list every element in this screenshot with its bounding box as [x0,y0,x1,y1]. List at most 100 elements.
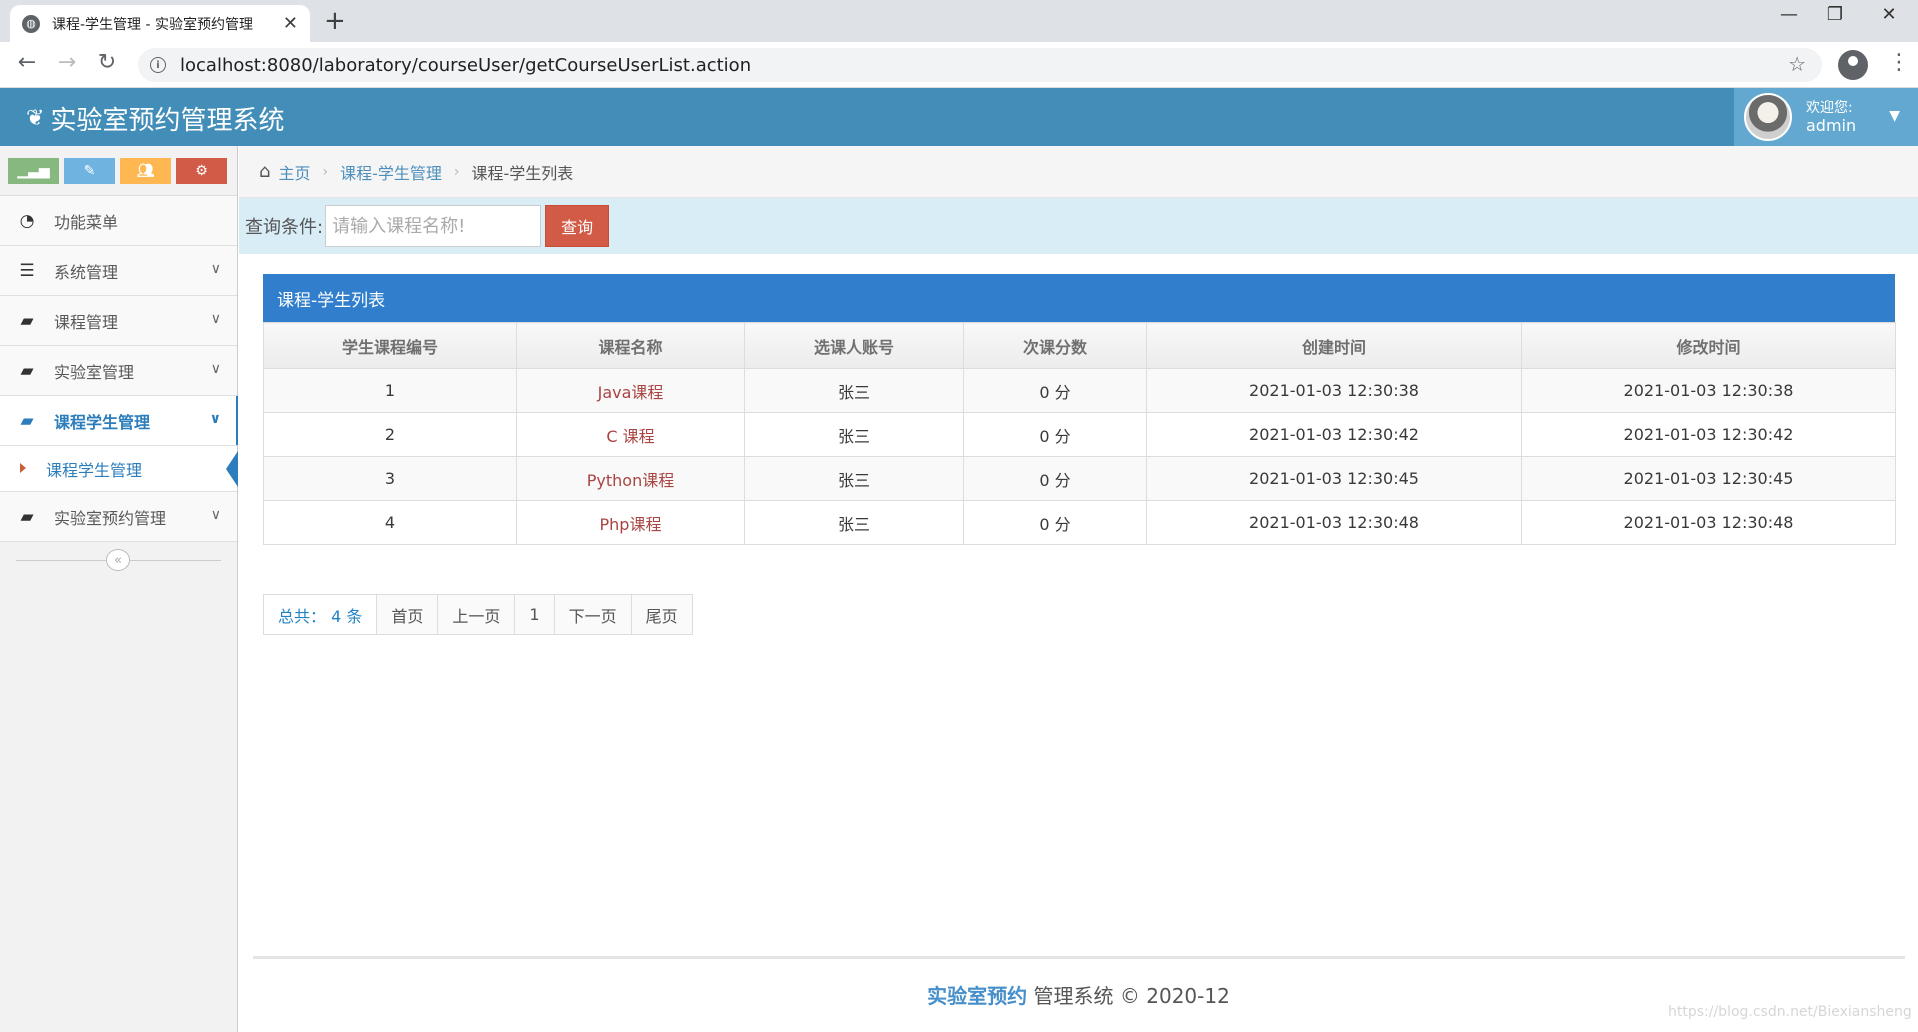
table-row: 2 C 课程 张三 0 分 2021-01-03 12:30:42 2021-0… [263,412,1896,457]
globe-icon: ◍ [22,14,40,33]
cell-account: 张三 [744,412,964,457]
briefcase-icon: ▰ [20,360,34,381]
column-header: 学生课程编号 [263,322,517,369]
back-icon[interactable]: ← [12,50,42,75]
double-chevron-left-icon[interactable]: « [106,549,130,571]
column-header: 修改时间 [1521,322,1896,369]
welcome-text: 欢迎您: admin [1806,100,1856,134]
address-bar[interactable]: i localhost:8080/laboratory/courseUser/g… [138,48,1822,82]
pencil-icon[interactable]: ✎ [64,157,115,184]
cell-score: 0 分 [963,412,1147,457]
sidebar-item-course[interactable]: ▰ 课程管理 ∨ [0,296,237,346]
pager-last[interactable]: 尾页 [631,595,692,634]
chevron-down-icon: ∨ [210,261,221,277]
breadcrumb-level1[interactable]: 课程-学生管理 [340,160,442,184]
pagination: 总共： 4 条 首页 上一页 1 下一页 尾页 [263,594,693,635]
column-header: 创建时间 [1146,322,1522,369]
profile-icon[interactable] [1838,50,1868,80]
briefcase-icon: ▰ [20,310,34,331]
chevron-down-icon: ∨ [210,311,221,327]
sidebar-item-system[interactable]: ☰ 系统管理 ∨ [0,246,237,296]
restore-icon[interactable]: ❐ [1812,4,1858,25]
cell-course-name[interactable]: Java课程 [516,368,745,413]
search-label: 查询条件: [245,217,324,238]
cell-course-name[interactable]: C 课程 [516,412,745,457]
cell-id: 3 [263,456,517,501]
welcome-label: 欢迎您: [1806,100,1853,116]
cell-created: 2021-01-03 12:30:42 [1146,412,1522,457]
browser-tab[interactable]: ◍ 课程-学生管理 - 实验室预约管理 ✕ [10,5,310,42]
search-input[interactable] [325,205,542,247]
users-icon[interactable]: 👥︎ [120,157,171,184]
sidebar: ▁▃▅ ✎ 👥︎ ⚙ ◔ 功能菜单 ☰ 系统管理 ∨ ▰ 课程管理 ∨ ▰ 实验… [0,146,238,1032]
search-button[interactable]: 查询 [545,205,610,247]
briefcase-icon: ▰ [20,506,34,527]
dashboard-icon: ◔ [19,210,35,231]
window-close-icon[interactable]: ✕ [1866,4,1912,25]
sidebar-item-label: 实验室管理 [54,362,135,382]
shortcut-buttons: ▁▃▅ ✎ 👥︎ ⚙ [0,146,237,196]
cell-created: 2021-01-03 12:30:38 [1146,368,1522,413]
course-student-table: 学生课程编号 课程名称 选课人账号 次课分数 创建时间 修改时间 1 Java课… [263,322,1896,545]
cell-modified: 2021-01-03 12:30:45 [1521,456,1896,501]
watermark: https://blog.csdn.net/Biexiansheng [1668,1004,1912,1020]
chevron-down-icon: ∨ [209,411,221,427]
submenu-item-course-student[interactable]: 课程学生管理 [0,446,238,492]
panel-title: 课程-学生列表 [263,274,1895,322]
reload-icon[interactable]: ↻ [92,50,122,75]
cell-id: 4 [263,500,517,545]
cell-course-name[interactable]: Python课程 [516,456,745,501]
cogs-icon[interactable]: ⚙ [176,157,227,184]
sidebar-collapse-row: « [0,542,237,578]
column-header: 选课人账号 [744,322,964,369]
browser-tabbar: ◍ 课程-学生管理 - 实验室预约管理 ✕ + — ❐ ✕ [0,0,1918,42]
site-info-icon[interactable]: i [150,57,166,73]
brand-title: 实验室预约管理系统 [50,106,285,136]
cell-score: 0 分 [963,500,1147,545]
breadcrumb-home[interactable]: 主页 [278,160,310,184]
pager-prev[interactable]: 上一页 [438,595,516,634]
table-header-row: 学生课程编号 课程名称 选课人账号 次课分数 创建时间 修改时间 [263,322,1896,369]
forward-icon[interactable]: → [52,50,82,75]
browser-menu-icon[interactable]: ⋮ [1888,50,1910,75]
cell-account: 张三 [744,500,964,545]
briefcase-icon: ▰ [20,410,34,431]
table-row: 1 Java课程 张三 0 分 2021-01-03 12:30:38 2021… [263,368,1896,413]
user-menu[interactable]: 欢迎您: admin ▼ [1734,88,1918,146]
url-text: localhost:8080/laboratory/courseUser/get… [180,54,752,76]
pager-first[interactable]: 首页 [377,595,439,634]
sidebar-item-reservation[interactable]: ▰ 实验室预约管理 ∨ [0,492,237,542]
sidebar-item-label: 系统管理 [54,262,119,282]
breadcrumb-separator-icon: › [453,163,460,180]
list-icon: ☰ [19,260,35,281]
cell-account: 张三 [744,456,964,501]
sidebar-item-course-student[interactable]: ▰ 课程学生管理 ∨ [0,396,238,446]
signal-icon[interactable]: ▁▃▅ [8,157,59,184]
username: admin [1806,116,1857,135]
footer-divider [253,956,1905,959]
column-header: 次课分数 [963,322,1147,369]
chevron-down-icon: ∨ [210,361,221,377]
sidebar-item-label: 课程学生管理 [54,412,151,432]
pager-page[interactable]: 1 [515,595,555,634]
cell-course-name[interactable]: Php课程 [516,500,745,545]
browser-toolbar: ← → ↻ i localhost:8080/laboratory/course… [0,42,1918,88]
brand[interactable]: ❦ 实验室预约管理系统 [26,100,284,137]
pager-next[interactable]: 下一页 [554,595,632,634]
sidebar-item-function-menu[interactable]: ◔ 功能菜单 [0,196,237,246]
tab-title: 课程-学生管理 - 实验室预约管理 [52,16,254,33]
minimize-icon[interactable]: — [1766,4,1812,25]
breadcrumb-current: 课程-学生列表 [471,163,574,183]
cell-created: 2021-01-03 12:30:48 [1146,500,1522,545]
home-icon: ⌂ [259,161,271,182]
tab-close-icon[interactable]: ✕ [283,13,298,34]
leaf-icon: ❦ [26,106,45,131]
cell-score: 0 分 [963,368,1147,413]
search-bar: 查询条件: 查询 [239,198,1918,254]
footer: 实验室预约 管理系统 © 2020-12 [239,980,1918,1009]
caret-right-icon [20,463,26,473]
bookmark-star-icon[interactable]: ☆ [1788,52,1806,76]
new-tab-icon[interactable]: + [324,6,346,36]
cell-modified: 2021-01-03 12:30:48 [1521,500,1896,545]
sidebar-item-laboratory[interactable]: ▰ 实验室管理 ∨ [0,346,237,396]
